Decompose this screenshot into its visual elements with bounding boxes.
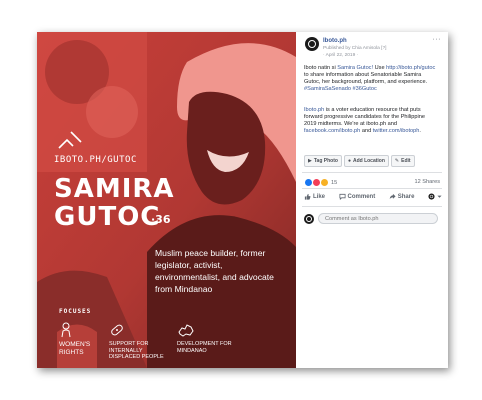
label: Tag Photo [313,158,338,164]
candidate-last-name: GUTOC [54,202,161,232]
mindanao-map-icon [178,324,194,337]
tag-photo-button[interactable]: ▶ Tag Photo [304,155,342,167]
post-text-paragraph-1: Iboto natin si Samira Gutoc! Use http://… [304,65,438,93]
reaction-count: 15 [331,179,338,186]
shares-count[interactable]: 12 Shares [415,179,441,185]
edit-button[interactable]: ✎ Edit [390,155,415,167]
focus-label: SUPPORT FOR INTERNALLY DISPLACED PEOPLE [109,341,164,360]
text: . [419,128,421,134]
post-date[interactable]: · April 22, 2019 · [323,53,358,58]
share-button[interactable]: Share [389,193,415,200]
pencil-icon: ✎ [394,158,400,164]
reactions-summary[interactable]: 15 [304,178,337,187]
post-panel: Iboto.ph Published by Chia Amisola [?] ·… [296,32,448,368]
label: Edit [401,158,411,164]
woman-icon [61,322,71,338]
focus-label: WOMEN'S RIGHTS [59,341,91,356]
text: and [360,128,373,134]
label: Add Location [352,158,385,164]
site-url: IBOTO.PH/GUTOC [54,155,137,165]
focus-mindanao: DEVELOPMENT FOR MINDANAO [177,322,237,354]
post-image[interactable]: IBOTO.PH/GUTOC SAMIRA GUTOC ·36 Muslim p… [37,32,296,368]
label: Share [397,193,415,200]
page-name-link[interactable]: Iboto.ph [323,38,347,44]
hashtags[interactable]: #SamiraSaSenado #36Gutoc [304,86,377,92]
comment-bubble-icon [339,193,346,200]
comment-button[interactable]: Comment [339,193,376,200]
post-frame: IBOTO.PH/GUTOC SAMIRA GUTOC ·36 Muslim p… [37,32,448,368]
like-button[interactable]: Like [304,193,325,200]
mention-samira-gutoc[interactable]: Samira Gutoc! [337,65,373,71]
bandage-icon [111,324,123,336]
published-by: Published by Chia Amisola [?] [323,46,387,51]
mention-iboto[interactable]: Iboto.ph [304,107,324,113]
text: Use [373,65,387,71]
focus-displaced-people: SUPPORT FOR INTERNALLY DISPLACED PEOPLE [109,322,169,361]
photo-tools: ▶ Tag Photo ● Add Location ✎ Edit [304,155,415,167]
candidate-bio: Muslim peace builder, former legislator,… [155,248,274,294]
label: Like [313,193,326,200]
text: Iboto natin si [304,65,338,71]
divider [302,188,442,189]
comment-composer [304,213,438,224]
divider [302,206,442,207]
thumbs-up-icon [304,193,311,200]
page-avatar-small-icon [428,193,435,200]
focus-womens-rights: WOMEN'S RIGHTS [59,322,99,357]
share-arrow-icon [389,193,396,200]
audience-selector[interactable] [428,193,442,200]
text: to share information about Senatoriable … [304,72,428,85]
focus-label: DEVELOPMENT FOR MINDANAO [177,341,232,354]
add-location-button[interactable]: ● Add Location [343,155,389,167]
ballot-number: ·36 [151,213,171,226]
caret-down-icon [437,195,442,198]
focuses-label: FOCUSES [59,308,92,315]
facebook-link[interactable]: facebook.com/iboto.ph [304,128,360,134]
commenter-avatar [304,213,314,224]
label: Comment [347,193,376,200]
candidate-first-name: SAMIRA [54,174,175,204]
more-options-icon[interactable]: ··· [433,36,442,43]
tag-icon: ▶ [308,158,312,164]
twitter-link[interactable]: twitter.com/ibotoph [373,128,420,134]
post-actions: Like Comment Share [304,193,442,200]
haha-reaction-icon [320,178,329,187]
post-text-paragraph-2: Iboto.ph is a voter education resource t… [304,107,438,135]
location-pin-icon: ● [347,158,351,164]
gutoc-link[interactable]: http://iboto.ph/gutoc [386,65,435,71]
divider [302,172,442,173]
page-avatar[interactable] [305,37,319,51]
comment-input[interactable] [318,213,438,224]
